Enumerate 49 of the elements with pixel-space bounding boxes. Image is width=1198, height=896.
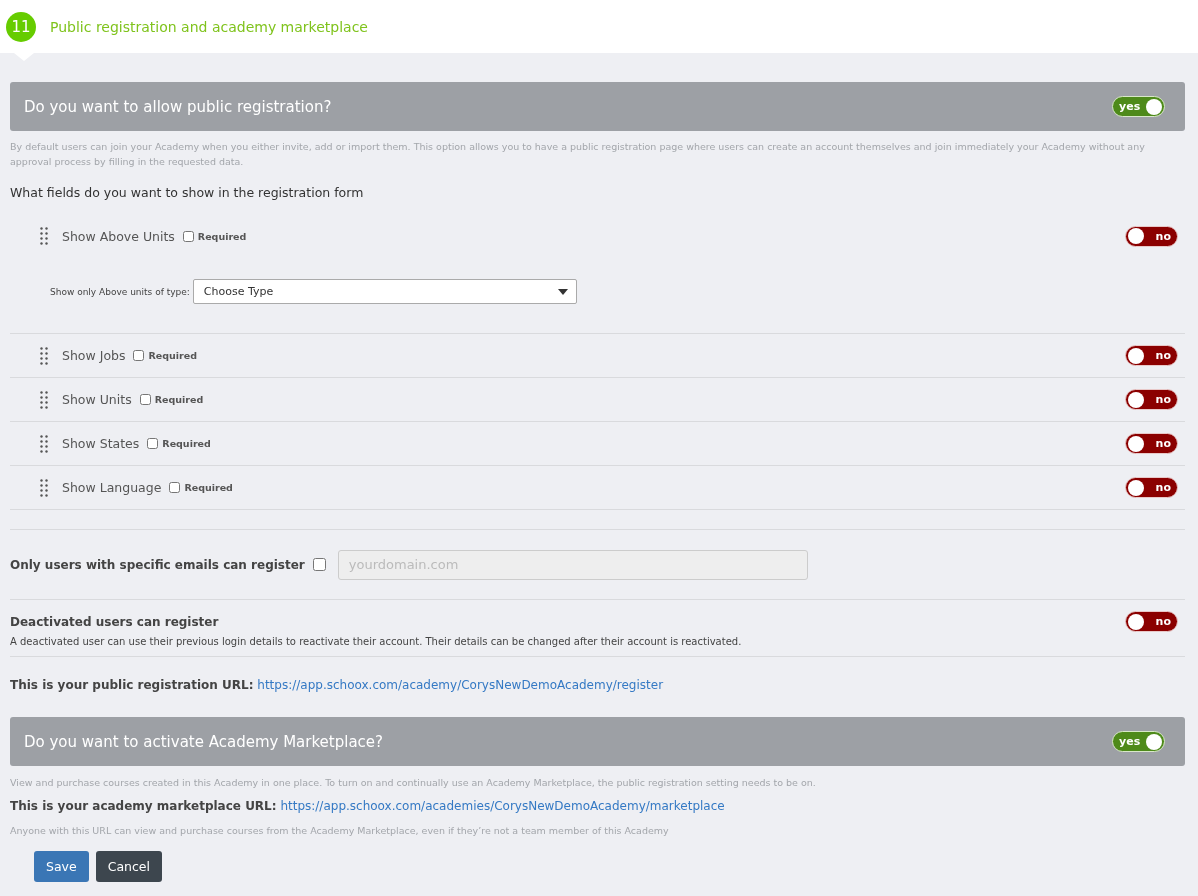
deactivated-title: Deactivated users can register xyxy=(10,615,219,629)
required-label: Required xyxy=(184,482,233,493)
toggle-switch[interactable]: no xyxy=(1125,345,1178,366)
description-text: By default users can join your Academy when you either invite, add or import them. This option allows you to have a public registration page where users can create an account themselves and join immediately your Academy without any approval process by filling in the requested data. xyxy=(10,140,1146,169)
toggle-switch[interactable]: yes xyxy=(1112,96,1165,117)
drag-handle-icon[interactable] xyxy=(40,434,48,453)
deactivated-description: A deactivated user can use their previous login details to reactivate their account. Their details can be changed after their account is reactivated. xyxy=(10,636,742,647)
marketplace-url-link[interactable]: https://app.schoox.com/academies/CorysNewDemoAcademy/marketplace xyxy=(280,799,725,813)
drag-handle-icon[interactable] xyxy=(40,478,48,497)
fields-prompt: What fields do you want to show in the registration form xyxy=(10,185,365,200)
required-checkbox[interactable] xyxy=(133,350,145,361)
required-checkbox[interactable] xyxy=(139,394,151,405)
filter-label: Show only Above units of type: xyxy=(50,286,190,297)
required-label: Required xyxy=(154,394,204,405)
field-label: Show Above Units xyxy=(62,228,175,244)
type-select[interactable]: Choose Type xyxy=(192,279,577,304)
required-checkbox[interactable] xyxy=(169,482,181,493)
save-button[interactable]: Save xyxy=(34,851,89,882)
drag-handle-icon[interactable] xyxy=(40,227,48,245)
required-label: Required xyxy=(162,438,211,449)
marketplace-url-text: This is your academy marketplace URL: https://app.schoox.com/academies/CorysNewDemoAcademy/marketplace xyxy=(10,799,726,813)
required-checkbox[interactable] xyxy=(147,438,159,449)
toggle-switch[interactable]: no xyxy=(1125,477,1178,498)
toggle-switch[interactable]: no xyxy=(1125,225,1178,247)
step-number: 11 xyxy=(6,11,36,42)
required-label: Required xyxy=(197,230,247,242)
toggle-switch[interactable]: yes xyxy=(1112,731,1165,752)
question-heading: Do you want to activate Academy Marketplace? xyxy=(24,732,384,751)
field-label: Show Jobs xyxy=(62,348,126,363)
caret-icon xyxy=(557,288,568,295)
toggle-switch[interactable]: no xyxy=(1125,611,1178,632)
marketplace-note: Anyone with this URL can view and purchase courses from the Academy Marketplace, even if they’re not a team member of this Academy xyxy=(10,824,670,838)
registration-url-link[interactable]: https://app.schoox.com/academy/CorysNewDemoAcademy/register xyxy=(257,678,664,692)
drag-handle-icon[interactable] xyxy=(40,346,48,365)
required-checkbox[interactable] xyxy=(182,230,194,242)
toggle-switch[interactable]: no xyxy=(1125,433,1178,454)
required-label: Required xyxy=(148,350,197,361)
description-text: View and purchase courses created in this Academy in one place. To turn on and continually use an Academy Marketplace, the public registration setting needs to be on. xyxy=(10,776,817,790)
email-restriction-label: Only users with specific emails can register xyxy=(10,557,305,572)
question-heading: Do you want to allow public registration? xyxy=(24,97,332,116)
field-label: Show States xyxy=(62,436,140,451)
field-label: Show Language xyxy=(62,480,162,495)
field-label: Show Units xyxy=(62,392,132,407)
email-restriction-checkbox[interactable] xyxy=(312,558,326,571)
cancel-button[interactable]: Cancel xyxy=(95,851,163,882)
toggle-switch[interactable]: no xyxy=(1125,389,1178,410)
drag-handle-icon[interactable] xyxy=(40,390,48,409)
section-title: Public registration and academy marketplace xyxy=(50,18,368,35)
registration-url-text: This is your public registration URL: https://app.schoox.com/academy/CorysNewDemoAcademy/register xyxy=(10,678,665,692)
